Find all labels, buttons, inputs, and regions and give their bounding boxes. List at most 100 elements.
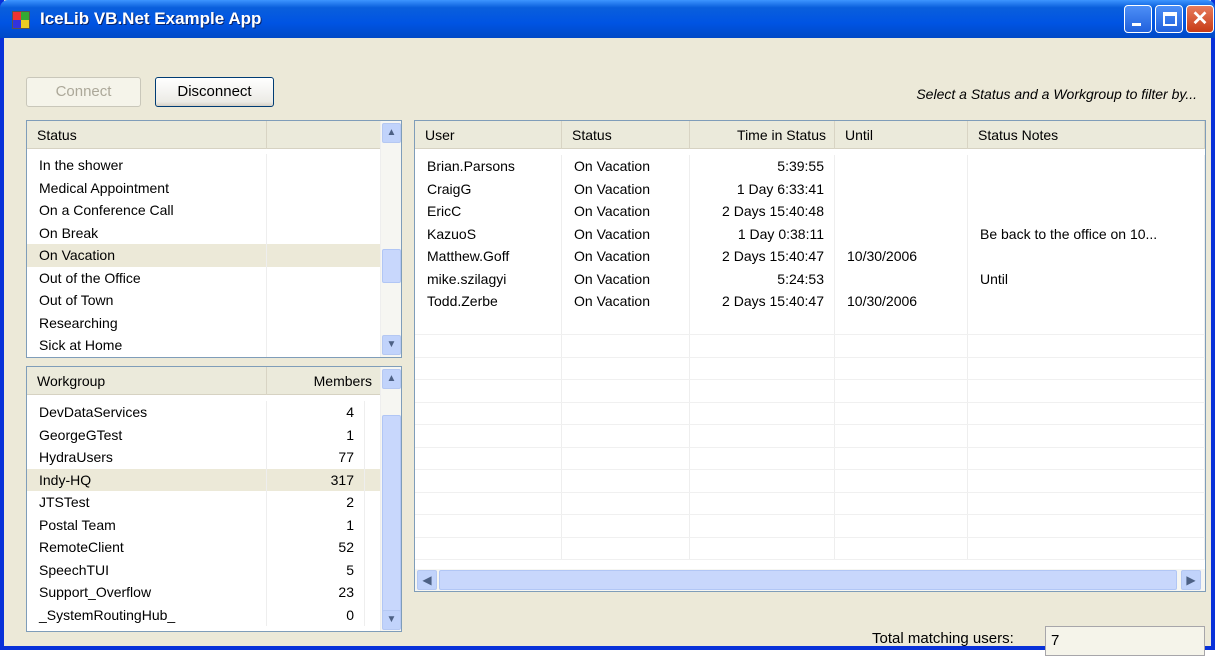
users-table[interactable]: User Status Time in Status Until Status … — [414, 120, 1206, 592]
status-rows: In the shower Medical Appointment On a Con… — [27, 154, 381, 357]
workgroup-members: 0 — [267, 603, 365, 626]
time-in-status: 1 Day 0:38:11 — [690, 222, 835, 245]
status-list-item[interactable]: Out of Town — [27, 289, 381, 312]
workgroup-list-item[interactable]: SpeechTUI 5 — [27, 558, 381, 581]
empty-cell — [415, 357, 562, 379]
workgroup-list-item[interactable]: JTSTest 2 — [27, 491, 381, 514]
workgroup-members: 4 — [267, 401, 365, 424]
scroll-thumb[interactable] — [439, 570, 1177, 590]
workgroup-list-item[interactable]: Postal Team 1 — [27, 513, 381, 536]
until-date — [835, 177, 968, 200]
status-notes — [968, 290, 1205, 313]
workgroup-members: 5 — [267, 558, 365, 581]
status-notes: Until — [968, 267, 1205, 290]
table-row[interactable]: EricC On Vacation 2 Days 15:40:48 — [415, 200, 1205, 223]
workgroup-members: 317 — [267, 468, 365, 491]
filter-hint: Select a Status and a Workgroup to filte… — [916, 86, 1197, 102]
workgroup-members: 1 — [267, 513, 365, 536]
scroll-right-icon[interactable]: ▶ — [1181, 570, 1201, 590]
empty-cell — [562, 335, 690, 357]
minimize-icon — [1132, 23, 1141, 26]
scroll-thumb[interactable] — [382, 249, 401, 283]
users-table-hscrollbar[interactable]: ◀ ▶ — [415, 569, 1205, 591]
maximize-icon — [1163, 12, 1177, 26]
scroll-down-icon[interactable]: ▼ — [382, 335, 401, 355]
window-title: IceLib VB.Net Example App — [40, 9, 262, 28]
table-row[interactable]: CraigG On Vacation 1 Day 6:33:41 — [415, 177, 1205, 200]
workgroup-list-item[interactable]: Indy-HQ 317 — [27, 468, 381, 491]
status-list-item[interactable]: On Break — [27, 221, 381, 244]
maximize-button[interactable] — [1155, 5, 1183, 33]
workgroup-list-item[interactable]: DevDataServices 4 — [27, 401, 381, 424]
workgroup-list-item[interactable]: Support_Overflow 23 — [27, 581, 381, 604]
minimize-button[interactable] — [1124, 5, 1152, 33]
status-notes — [968, 200, 1205, 223]
title-bar[interactable]: IceLib VB.Net Example App ✕ — [0, 0, 1215, 38]
column-header-members[interactable]: Members — [267, 367, 381, 395]
workgroup-list-item[interactable]: GeorgeGTest 1 — [27, 423, 381, 446]
connect-button[interactable]: Connect — [26, 77, 141, 107]
status-blank — [267, 199, 381, 222]
empty-cell — [968, 470, 1205, 492]
table-row[interactable]: mike.szilagyi On Vacation 5:24:53 Until — [415, 267, 1205, 290]
status-list-item[interactable]: On a Conference Call — [27, 199, 381, 222]
status-list-item[interactable]: Researching — [27, 311, 381, 334]
status-list-item[interactable]: In the shower — [27, 154, 381, 177]
table-row[interactable]: Brian.Parsons On Vacation 5:39:55 — [415, 155, 1205, 178]
user-status: On Vacation — [562, 200, 690, 223]
empty-cell — [690, 537, 835, 559]
workgroup-name: SpeechTUI — [27, 558, 267, 581]
status-notes — [968, 245, 1205, 268]
scroll-down-icon[interactable]: ▼ — [382, 610, 401, 630]
table-row[interactable]: Todd.Zerbe On Vacation 2 Days 15:40:47 10/3… — [415, 290, 1205, 313]
user-name: KazuoS — [415, 222, 562, 245]
empty-cell — [835, 470, 968, 492]
status-blank — [267, 176, 381, 199]
status-notes: Be back to the office on 10... — [968, 222, 1205, 245]
empty-row — [415, 492, 1205, 515]
workgroup-list-item[interactable]: RemoteClient 52 — [27, 536, 381, 559]
empty-cell — [415, 335, 562, 357]
status-list-item[interactable]: On Vacation — [27, 244, 381, 267]
table-row[interactable]: Matthew.Goff On Vacation 2 Days 15:40:47 10… — [415, 245, 1205, 268]
status-list-item[interactable]: Medical Appointment — [27, 176, 381, 199]
column-header-status[interactable]: Status — [562, 121, 690, 149]
user-name: Matthew.Goff — [415, 245, 562, 268]
disconnect-button[interactable]: Disconnect — [155, 77, 274, 107]
status-name: Out of Town — [27, 289, 267, 312]
empty-cell — [562, 312, 690, 334]
workgroup-list[interactable]: Workgroup Members DevDataServices 4 George… — [26, 366, 402, 632]
workgroup-name: _SystemRoutingHub_ — [27, 603, 267, 626]
workgroup-list-item[interactable]: _SystemRoutingHub_ 0 — [27, 603, 381, 626]
status-name: Researching — [27, 311, 267, 334]
column-header-status-notes[interactable]: Status Notes — [968, 121, 1205, 149]
close-button[interactable]: ✕ — [1186, 5, 1214, 33]
column-header-until[interactable]: Until — [835, 121, 968, 149]
table-row[interactable]: KazuoS On Vacation 1 Day 0:38:11 Be back to… — [415, 222, 1205, 245]
empty-cell — [835, 537, 968, 559]
empty-cell — [415, 515, 562, 537]
scroll-left-icon[interactable]: ◀ — [417, 570, 437, 590]
column-header-blank[interactable] — [267, 121, 381, 149]
empty-cell — [562, 492, 690, 514]
status-name: On a Conference Call — [27, 199, 267, 222]
empty-cell — [415, 447, 562, 469]
column-header-workgroup[interactable]: Workgroup — [27, 367, 267, 395]
scroll-thumb[interactable] — [382, 415, 401, 617]
status-list-scrollbar[interactable]: ▲ ▼ — [380, 121, 401, 357]
status-list-item[interactable]: Out of the Office — [27, 266, 381, 289]
workgroup-list-item[interactable]: HydraUsers 77 — [27, 446, 381, 469]
status-notes — [968, 177, 1205, 200]
workgroup-name: RemoteClient — [27, 536, 267, 559]
workgroup-list-scrollbar[interactable]: ▲ ▼ — [380, 367, 401, 631]
column-header-status[interactable]: Status — [27, 121, 267, 149]
scroll-up-icon[interactable]: ▲ — [382, 123, 401, 143]
empty-cell — [415, 537, 562, 559]
status-list-item[interactable]: Sick at Home — [27, 334, 381, 357]
status-list[interactable]: Status In the shower Medical Appointment O… — [26, 120, 402, 358]
empty-row — [415, 357, 1205, 380]
scroll-up-icon[interactable]: ▲ — [382, 369, 401, 389]
column-header-user[interactable]: User — [415, 121, 562, 149]
empty-cell — [690, 492, 835, 514]
column-header-time-in-status[interactable]: Time in Status — [690, 121, 835, 149]
